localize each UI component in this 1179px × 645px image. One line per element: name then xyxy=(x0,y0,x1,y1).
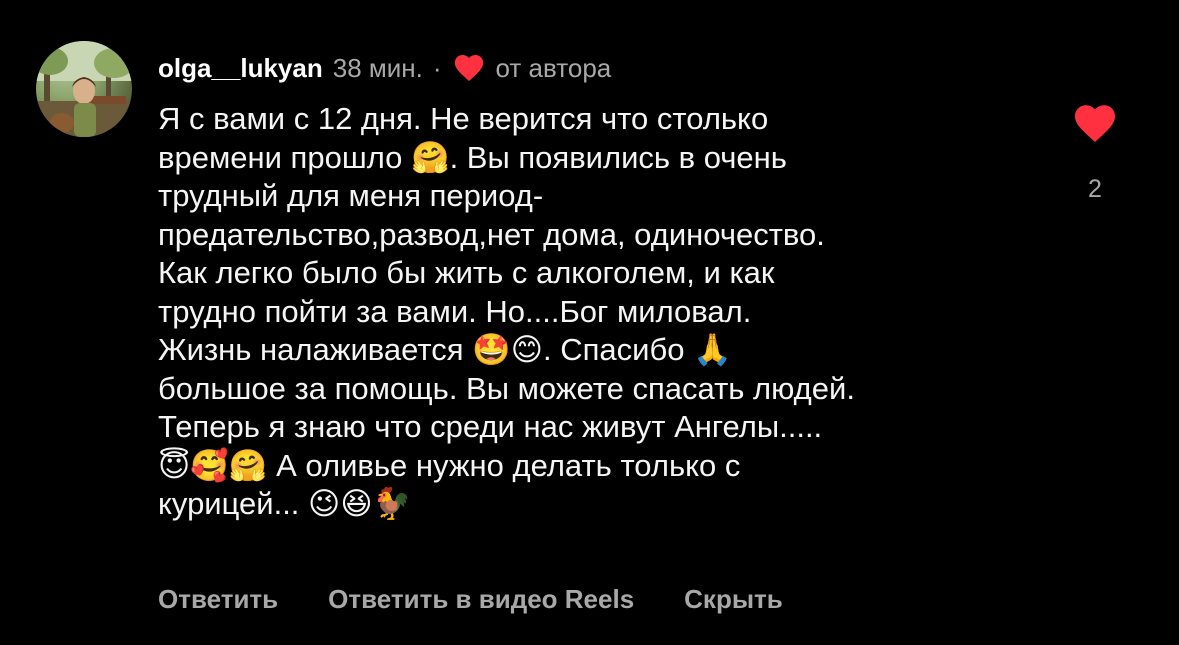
reply-button[interactable]: Ответить xyxy=(158,584,278,615)
like-count: 2 xyxy=(1088,175,1102,203)
separator: · xyxy=(432,52,442,83)
avatar[interactable] xyxy=(36,41,132,137)
avatar-photo xyxy=(36,41,132,137)
heart-icon xyxy=(454,54,483,82)
username[interactable]: olga__lukyan xyxy=(158,53,323,84)
comment-text: Я с вами с 12 дня. Не верится что стольк… xyxy=(158,101,855,521)
author-like-label: от автора xyxy=(495,52,612,83)
timestamp: 38 мин. xyxy=(332,52,423,83)
comment-header: olga__lukyan 38 мин. · от автора xyxy=(158,51,611,85)
reply-reels-button[interactable]: Ответить в видео Reels xyxy=(328,584,634,615)
heart-icon[interactable] xyxy=(1071,100,1119,144)
comment-actions: Ответить Ответить в видео Reels Скрыть xyxy=(158,584,783,615)
hide-button[interactable]: Скрыть xyxy=(684,584,783,615)
